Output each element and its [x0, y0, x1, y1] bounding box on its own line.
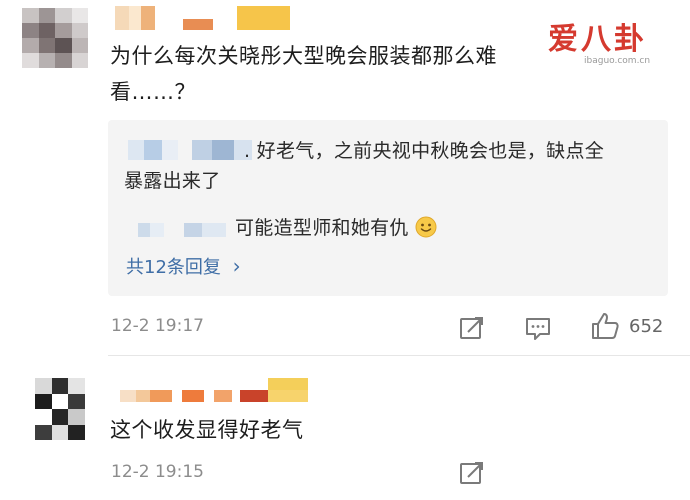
reply-text-line: 暴露出来了: [124, 170, 221, 192]
comment-time: 12-2 19:15: [111, 462, 204, 482]
comment-time: 12-2 19:17: [111, 316, 204, 336]
like-count: 652: [629, 316, 664, 337]
reply-text: 暴露出来了: [124, 166, 221, 196]
share-icon[interactable]: [458, 459, 486, 487]
replies-box[interactable]: . 好老气，之前央视中秋晚会也是，缺点全 暴露出来了 可能造型师和她有仇 共12…: [108, 120, 668, 296]
reply-username[interactable]: [128, 140, 252, 160]
more-replies-link[interactable]: 共12条回复 ›: [126, 253, 241, 279]
username[interactable]: [120, 378, 308, 402]
reply-text-line: 可能造型师和她有仇: [235, 217, 409, 239]
more-replies-label: 共12条回复: [126, 257, 221, 278]
reply-text: 可能造型师和她有仇: [235, 213, 437, 243]
thumbs-up-icon[interactable]: [590, 311, 620, 341]
reply-username[interactable]: [138, 223, 226, 237]
chevron-right-icon: ›: [232, 254, 241, 278]
comment-text: 这个收发显得好老气: [110, 418, 304, 442]
watermark-url: ibaguo.com.cn: [584, 56, 651, 66]
comment-text: 为什么每次关晓彤大型晚会服装都那么难 看……？: [110, 38, 580, 110]
reply-text: . 好老气，之前央视中秋晚会也是，缺点全: [244, 136, 664, 166]
comment-text-line: 为什么每次关晓彤大型晚会服装都那么难: [110, 44, 497, 68]
reply-text-line: . 好老气，之前央视中秋晚会也是，缺点全: [244, 140, 605, 162]
divider: [108, 355, 690, 356]
smile-emoji: [415, 216, 437, 238]
username[interactable]: [115, 6, 300, 30]
share-icon[interactable]: [458, 314, 486, 342]
avatar[interactable]: [22, 8, 88, 68]
avatar[interactable]: [35, 378, 85, 440]
watermark-brand: 爱八卦: [548, 22, 647, 57]
comment-icon[interactable]: [524, 314, 552, 342]
comment-text-line: 看……？: [110, 80, 196, 104]
